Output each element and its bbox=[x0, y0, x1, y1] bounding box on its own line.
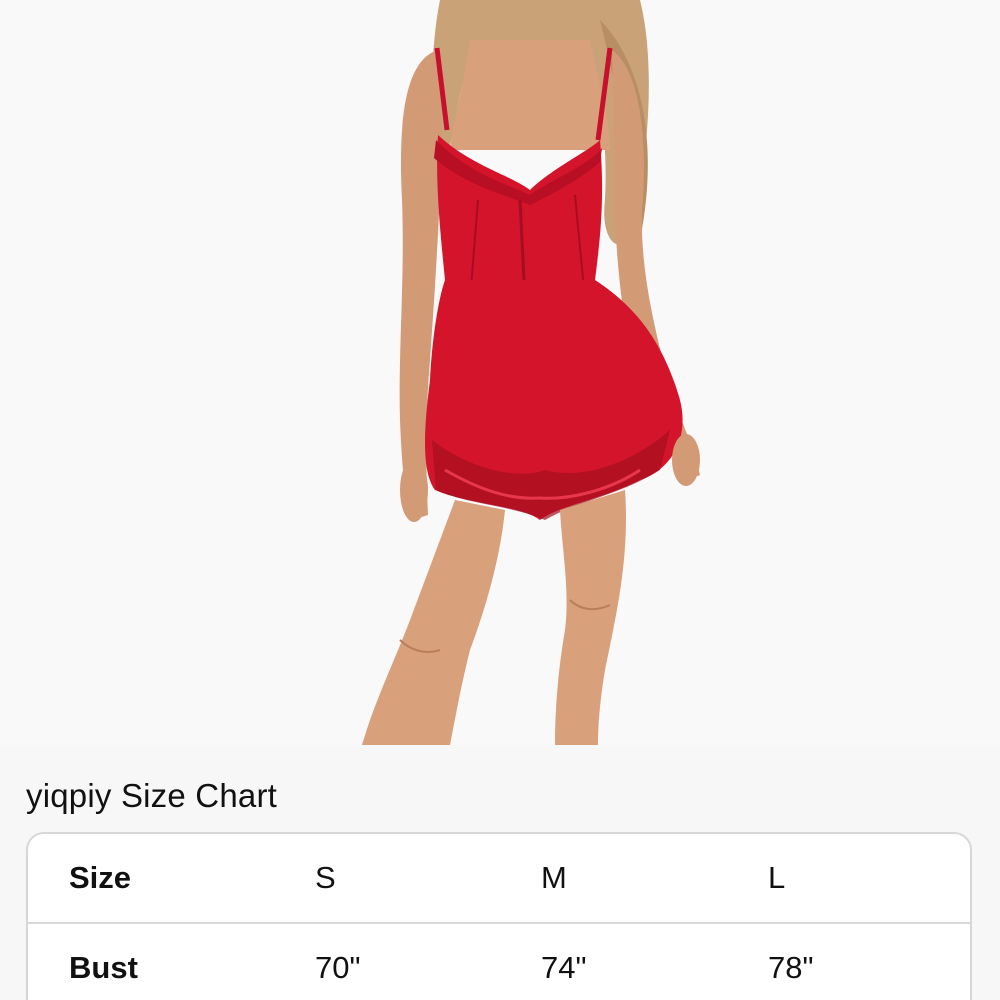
size-row-label: Size bbox=[69, 860, 132, 895]
size-chart-title: yiqpiy Size Chart bbox=[26, 777, 277, 814]
size-header-row: Size S M L bbox=[28, 834, 970, 924]
bust-s-value: 70" bbox=[315, 950, 361, 985]
size-m: M bbox=[541, 860, 567, 895]
size-l: L bbox=[768, 860, 786, 895]
dress-model-illustration bbox=[0, 0, 1000, 745]
bust-m-value: 74" bbox=[541, 950, 587, 985]
bust-row-label: Bust bbox=[69, 950, 138, 985]
product-photo[interactable] bbox=[0, 0, 1000, 745]
bust-row: Bust 70" 74" 78" bbox=[28, 924, 970, 1000]
bust-l-value: 78" bbox=[768, 950, 814, 985]
size-chart-table: Size S M L Bust 70" 74" 78" bbox=[26, 832, 972, 1000]
product-page: yiqpiy Size Chart Size S M L Bust 70" 74… bbox=[0, 0, 1000, 1000]
size-s: S bbox=[315, 860, 336, 895]
